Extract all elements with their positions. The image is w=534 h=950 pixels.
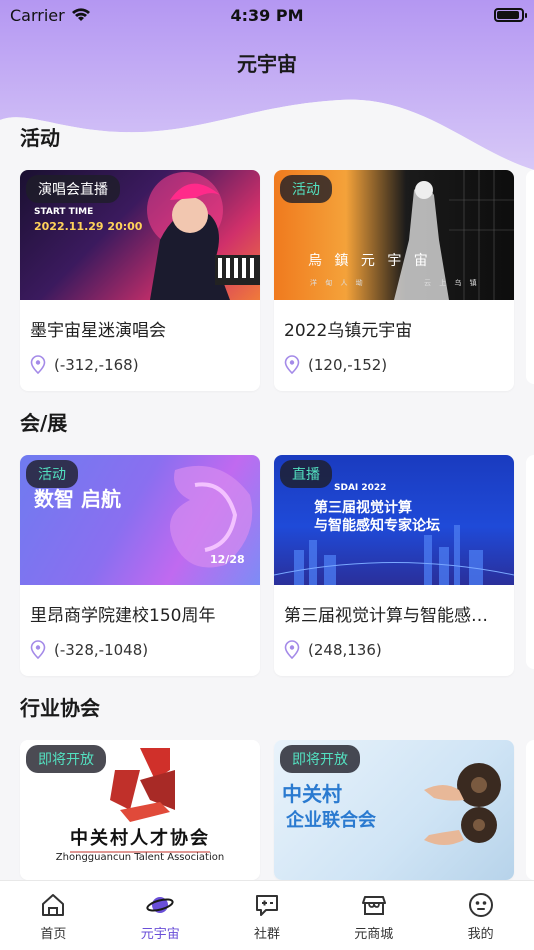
lyon-poster: 数智 启航 12/28 活动 xyxy=(20,455,260,585)
wuzhen-poster-left-caption: 洋 甸 人 坳 xyxy=(310,279,366,287)
carrier-label: Carrier xyxy=(10,5,65,25)
card-coordinates: (-328,-1048) xyxy=(20,626,260,676)
event-card-lyon-anniversary[interactable]: 数智 启航 12/28 活动 里昂商学院建校150周年 (-328,-1048) xyxy=(20,455,260,676)
card-coordinates: (120,-152) xyxy=(274,341,514,391)
enterprise-association-title-line2: 企业联合会 xyxy=(286,810,376,831)
card-tag: 直播 xyxy=(280,460,332,488)
card-tag: 即将开放 xyxy=(280,745,360,773)
enterprise-association-banner: 中关村 企业联合会 即将开放 xyxy=(274,740,514,880)
sdai-poster: SDAI 2022 第三届视觉计算 与智能感知专家论坛 直播 xyxy=(274,455,514,585)
wuzhen-poster-title: 烏 鎮 元 宇 宙 xyxy=(308,253,432,269)
tab-community[interactable]: 社群 xyxy=(214,881,321,950)
enterprise-association-title-line1: 中关村 xyxy=(282,782,342,806)
association-card-enterprise[interactable]: 中关村 企业联合会 即将开放 xyxy=(274,740,514,880)
tab-label: 元宇宙 xyxy=(140,927,180,942)
tab-store[interactable]: 元商城 xyxy=(320,881,427,950)
coordinates-text: (120,-152) xyxy=(308,356,388,374)
card-name: 墨宇宙星迷演唱会 xyxy=(30,321,166,341)
event-card-wuzhen[interactable]: 烏 鎮 元 宇 宙 洋 甸 人 坳 云 上 乌 镇 活动 2022乌镇元宇宙 (… xyxy=(274,170,514,391)
wuzhen-poster-right-caption: 云 上 乌 镇 xyxy=(424,279,480,287)
exhibitions-row[interactable]: 数智 启航 12/28 活动 里昂商学院建校150周年 (-328,-1048)… xyxy=(20,455,514,676)
card-name: 里昂商学院建校150周年 xyxy=(30,606,216,626)
card-tag: 活动 xyxy=(26,460,78,488)
battery-icon xyxy=(494,8,527,22)
profile-icon xyxy=(468,893,493,917)
location-pin-icon xyxy=(30,640,46,660)
tab-label: 元商城 xyxy=(354,927,394,942)
coordinates-text: (-312,-168) xyxy=(54,356,139,374)
wuzhen-poster: 烏 鎮 元 宇 宙 洋 甸 人 坳 云 上 乌 镇 活动 xyxy=(274,170,514,300)
associations-row[interactable]: 中关村人才协会 Zhongguancun Talent Association … xyxy=(20,740,514,880)
tab-profile[interactable]: 我的 xyxy=(427,881,534,950)
card-tag: 演唱会直播 xyxy=(26,175,120,203)
tab-metaverse[interactable]: 元宇宙 xyxy=(107,881,214,950)
chat-icon xyxy=(255,895,278,916)
talent-association-name-en: Zhongguancun Talent Association xyxy=(55,852,225,863)
tab-label: 首页 xyxy=(40,927,67,942)
activities-row[interactable]: START TIME 2022.11.29 20:00 演唱会直播 墨宇宙星迷演… xyxy=(20,170,514,391)
status-bar: Carrier 4:39 PM xyxy=(0,0,534,30)
card-name: 第三届视觉计算与智能感知专家论坛 xyxy=(284,606,514,626)
shop-icon xyxy=(361,896,386,915)
lyon-poster-date: 12/28 xyxy=(210,553,245,566)
section-title-associations: 行业协会 xyxy=(20,696,100,720)
event-card-concert[interactable]: START TIME 2022.11.29 20:00 演唱会直播 墨宇宙星迷演… xyxy=(20,170,260,391)
page-title: 元宇宙 xyxy=(237,52,297,76)
sdai-poster-logo: SDAI 2022 xyxy=(334,483,387,493)
tab-label: 我的 xyxy=(467,927,494,942)
card-tag: 活动 xyxy=(280,175,332,203)
bottom-tab-bar: 首页 元宇宙 社群 元商城 我的 xyxy=(0,880,534,950)
header: Carrier 4:39 PM 元宇宙 xyxy=(0,0,534,175)
location-pin-icon xyxy=(284,355,300,375)
talent-association-logo: 中关村人才协会 Zhongguancun Talent Association … xyxy=(20,740,260,880)
section-title-activities: 活动 xyxy=(20,126,60,150)
event-card-sdai-forum[interactable]: SDAI 2022 第三届视觉计算 与智能感知专家论坛 直播 第三届视觉计算与智… xyxy=(274,455,514,676)
wifi-icon xyxy=(71,8,90,21)
concert-poster-date: 2022.11.29 20:00 xyxy=(34,220,143,233)
location-pin-icon xyxy=(30,355,46,375)
card-coordinates: (-312,-168) xyxy=(20,341,260,391)
card-tag: 即将开放 xyxy=(26,745,106,773)
coordinates-text: (248,136) xyxy=(308,641,382,659)
next-card-peek[interactable] xyxy=(526,455,534,669)
concert-poster-start-label: START TIME xyxy=(34,207,94,217)
home-icon xyxy=(42,894,65,916)
tab-home[interactable]: 首页 xyxy=(0,881,107,950)
next-card-peek[interactable] xyxy=(526,740,534,880)
sdai-poster-title-line2: 与智能感知专家论坛 xyxy=(314,518,440,534)
card-coordinates: (248,136) xyxy=(274,626,514,676)
planet-icon xyxy=(146,897,174,913)
next-card-peek[interactable] xyxy=(526,170,534,384)
coordinates-text: (-328,-1048) xyxy=(54,641,149,659)
association-card-talent[interactable]: 中关村人才协会 Zhongguancun Talent Association … xyxy=(20,740,260,880)
section-title-exhibitions: 会/展 xyxy=(20,411,68,435)
concert-poster: START TIME 2022.11.29 20:00 演唱会直播 xyxy=(20,170,260,300)
sdai-poster-title-line1: 第三届视觉计算 xyxy=(314,500,412,516)
card-name: 2022乌镇元宇宙 xyxy=(284,321,413,341)
tab-label: 社群 xyxy=(253,927,280,942)
talent-association-name-cn: 中关村人才协会 xyxy=(70,828,210,849)
location-pin-icon xyxy=(284,640,300,660)
